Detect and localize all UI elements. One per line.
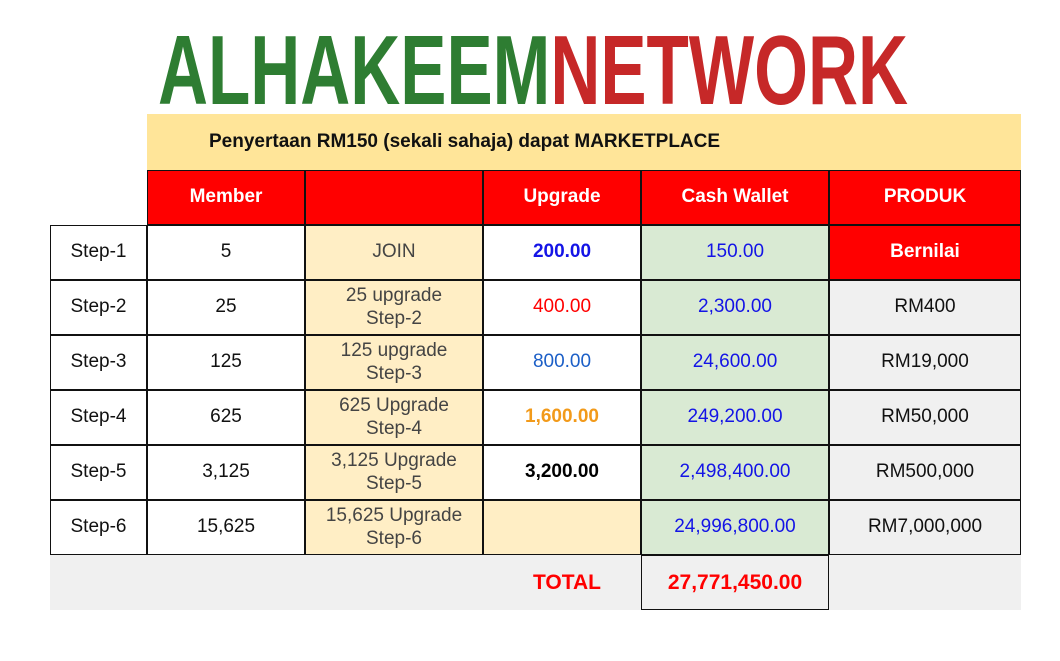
logo-svg: ALHAKEEMNETWORK: [158, 20, 908, 120]
desc-line1: JOIN: [372, 241, 416, 263]
desc-line1: 125 upgrade: [340, 339, 448, 361]
step-cell: Step-3: [50, 335, 147, 390]
header-blank: [305, 170, 483, 225]
step-cell: Step-4: [50, 390, 147, 445]
desc-line1: 25 upgrade: [345, 284, 443, 306]
step-cell: Step-2: [50, 280, 147, 335]
total-label: TOTAL: [50, 555, 641, 610]
desc-line2: Step-4: [366, 417, 422, 439]
logo-part2: NETWORK: [550, 20, 908, 120]
upgrade-cell: 200.00: [483, 225, 641, 280]
step-cell: Step-6: [50, 500, 147, 555]
member-cell: 15,625: [147, 500, 305, 555]
header-member: Member: [147, 170, 305, 225]
desc-line1: 3,125 Upgrade: [331, 449, 457, 471]
produk-cell: RM500,000: [829, 445, 1021, 500]
desc-cell: 25 upgrade Step-2: [305, 280, 483, 335]
member-cell: 625: [147, 390, 305, 445]
logo: ALHAKEEMNETWORK: [0, 20, 1060, 120]
desc-cell: 625 Upgrade Step-4: [305, 390, 483, 445]
produk-cell: RM400: [829, 280, 1021, 335]
produk-cell: RM19,000: [829, 335, 1021, 390]
desc-line2: Step-5: [366, 472, 422, 494]
header-produk: PRODUK: [829, 170, 1021, 225]
desc-line2: Step-3: [366, 362, 422, 384]
desc-cell: 15,625 Upgrade Step-6: [305, 500, 483, 555]
total-empty-cell: [829, 555, 1021, 610]
cash-cell: 249,200.00: [641, 390, 829, 445]
member-cell: 25: [147, 280, 305, 335]
member-cell: 5: [147, 225, 305, 280]
plan-table: Penyertaan RM150 (sekali sahaja) dapat M…: [50, 114, 1021, 610]
desc-line1: 625 Upgrade: [339, 394, 449, 416]
desc-cell: JOIN: [305, 225, 483, 280]
desc-cell: 3,125 Upgrade Step-5: [305, 445, 483, 500]
member-cell: 3,125: [147, 445, 305, 500]
logo-text: ALHAKEEMNETWORK: [158, 20, 908, 120]
total-value: 27,771,450.00: [641, 555, 829, 610]
empty-corner: [50, 114, 147, 170]
upgrade-cell: [483, 500, 641, 555]
desc-line2: Step-2: [366, 307, 422, 329]
desc-line2: Step-6: [366, 527, 422, 549]
step-cell: Step-5: [50, 445, 147, 500]
desc-cell: 125 upgrade Step-3: [305, 335, 483, 390]
cash-cell: 24,996,800.00: [641, 500, 829, 555]
upgrade-cell: 400.00: [483, 280, 641, 335]
produk-cell: RM50,000: [829, 390, 1021, 445]
step-cell: Step-1: [50, 225, 147, 280]
upgrade-cell: 1,600.00: [483, 390, 641, 445]
upgrade-cell: 800.00: [483, 335, 641, 390]
desc-line1: 15,625 Upgrade: [325, 504, 463, 526]
empty-header-cell: [50, 170, 147, 225]
banner: Penyertaan RM150 (sekali sahaja) dapat M…: [147, 114, 1021, 170]
header-cash-wallet: Cash Wallet: [641, 170, 829, 225]
logo-part1: ALHAKEEM: [158, 20, 550, 120]
produk-cell: Bernilai: [829, 225, 1021, 280]
upgrade-cell: 3,200.00: [483, 445, 641, 500]
cash-cell: 24,600.00: [641, 335, 829, 390]
member-cell: 125: [147, 335, 305, 390]
header-upgrade: Upgrade: [483, 170, 641, 225]
cash-cell: 150.00: [641, 225, 829, 280]
cash-cell: 2,498,400.00: [641, 445, 829, 500]
cash-cell: 2,300.00: [641, 280, 829, 335]
produk-cell: RM7,000,000: [829, 500, 1021, 555]
